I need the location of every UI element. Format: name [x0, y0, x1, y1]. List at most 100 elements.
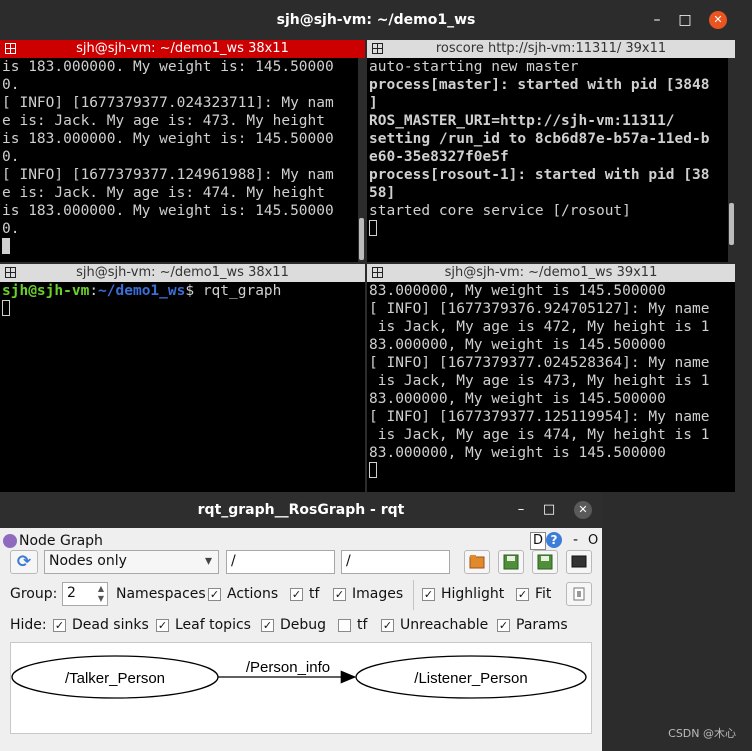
terminal-pane-top-right[interactable]: roscore http://sjh-vm:11311/ 39x11 auto-… [367, 40, 735, 262]
fit-view-icon [573, 587, 585, 601]
group-spinbox[interactable]: 2 ▲ ▼ [62, 582, 108, 606]
highlight-checkbox[interactable]: ✓ Highlight [422, 586, 504, 602]
output-line: is 183.000000. My weight is: 145.50000 [2, 59, 334, 75]
save-svg-button[interactable] [532, 550, 558, 574]
rqt-titlebar[interactable]: rqt_graph__RosGraph - rqt – □ ✕ [0, 492, 602, 528]
save-icon [503, 554, 519, 570]
terminal-cursor [2, 238, 10, 254]
checkbox-box: ✓ [422, 587, 435, 601]
output-line: 0. [2, 221, 20, 237]
save-image-button[interactable] [566, 550, 592, 574]
rqt-maximize-button[interactable]: □ [540, 501, 558, 519]
rqt-minimize-button[interactable]: – [512, 501, 530, 519]
pane-header: sjh@sjh-vm: ~/demo1_ws 38x11 [0, 264, 365, 282]
output-line: [ INFO] [1677379377.125119954]: My name [369, 409, 710, 425]
pane-title: sjh@sjh-vm: ~/demo1_ws 38x11 [76, 41, 289, 56]
checkbox-box: ✓ [156, 618, 169, 632]
save-icon [537, 554, 553, 570]
topic-filter-input[interactable]: / [341, 550, 450, 574]
output-line: auto-starting new master [369, 59, 579, 75]
pane-title: sjh@sjh-vm: ~/demo1_ws 38x11 [76, 265, 289, 280]
refresh-icon[interactable]: ⟳ [10, 550, 38, 574]
output-line: process[rosout-1]: started with pid [38 [369, 167, 710, 183]
checkbox-label: Images [352, 586, 404, 602]
leaf-topics-checkbox[interactable]: ✓ Leaf topics [156, 617, 251, 633]
checkbox-box: ✓ [208, 587, 221, 601]
checkbox-box: ✓ [261, 618, 274, 632]
checkbox-box: ✓ [497, 618, 510, 632]
terminal-pane-bottom-left[interactable]: sjh@sjh-vm: ~/demo1_ws 38x11 sjh@sjh-vm:… [0, 264, 365, 492]
checkbox-label: tf [357, 617, 368, 633]
load-dot-button[interactable] [464, 550, 490, 574]
output-line: is 183.000000. My weight is: 145.50000 [2, 203, 334, 219]
group-label: Group: [10, 586, 58, 602]
dead-sinks-checkbox[interactable]: ✓ Dead sinks [53, 617, 149, 633]
scrollbar-thumb[interactable] [729, 203, 734, 245]
output-line: started core service [/rosout] [369, 203, 631, 219]
node-label: /Talker_Person [65, 670, 165, 687]
scrollbar[interactable] [358, 58, 365, 262]
rqt-window: rqt_graph__RosGraph - rqt – □ ✕ Node Gra… [0, 492, 602, 751]
output-line: 83.000000, My weight is 145.500000 [369, 283, 666, 299]
images-checkbox[interactable]: ✓ Images [333, 586, 403, 602]
plugin-minimize-button[interactable]: - [573, 532, 578, 548]
pane-title: sjh@sjh-vm: ~/demo1_ws 39x11 [444, 265, 658, 280]
pane-header: sjh@sjh-vm: ~/demo1_ws 39x11 [367, 264, 735, 282]
plugin-close-button[interactable]: O [588, 533, 598, 548]
save-dot-button[interactable] [498, 550, 524, 574]
rqt-content: Node Graph D ? - O ⟳ Nodes only ▾ / / Gr… [0, 528, 602, 751]
terminal-titlebar[interactable]: sjh@sjh-vm: ~/demo1_ws – □ ✕ [0, 0, 752, 40]
fit-view-button[interactable] [566, 582, 592, 606]
output-line: setting /run_id to 8cb6d87e-b57a-11ed-b [369, 131, 710, 147]
checkbox-label: Unreachable [400, 617, 489, 633]
graph-canvas[interactable]: /Talker_Person /Person_info /Listener_Pe… [10, 642, 592, 734]
checkbox-box: ✓ [381, 618, 394, 632]
hide-tf-checkbox[interactable]: tf [338, 617, 367, 633]
debug-checkbox[interactable]: ✓ Debug [261, 617, 326, 633]
output-line: e60-35e8327f0e5f [369, 149, 509, 165]
plugin-d-button[interactable]: D [530, 532, 546, 550]
node-label: /Listener_Person [414, 670, 527, 687]
terminal-cursor [2, 300, 10, 316]
terminal-window-title: sjh@sjh-vm: ~/demo1_ws [276, 12, 476, 28]
rqt-close-button[interactable]: ✕ [574, 501, 592, 519]
output-line: [ INFO] [1677379376.924705127]: My name [369, 301, 710, 317]
output-line: 0. [2, 77, 20, 93]
terminal-cursor [369, 220, 377, 236]
graph-mode-select[interactable]: Nodes only ▾ [44, 550, 219, 574]
spin-arrows-icon[interactable]: ▲ ▼ [98, 584, 104, 604]
params-checkbox[interactable]: ✓ Params [497, 617, 568, 633]
maximize-button[interactable]: □ [676, 11, 694, 29]
watermark: CSDN @木心 [668, 727, 736, 740]
actions-checkbox[interactable]: ✓ Actions [208, 586, 278, 602]
checkbox-box: ✓ [290, 587, 303, 601]
terminal-pane-bottom-right[interactable]: sjh@sjh-vm: ~/demo1_ws 39x11 83.000000, … [367, 264, 735, 492]
terminal-output: is 183.000000. My weight is: 145.50000 0.… [0, 58, 365, 262]
fit-checkbox[interactable]: ✓ Fit [516, 586, 551, 602]
minimize-button[interactable]: – [648, 11, 666, 29]
folder-icon [469, 555, 485, 569]
output-line: process[master]: started with pid [3848 [369, 77, 710, 93]
scrollbar-thumb[interactable] [359, 218, 364, 260]
checkbox-label: Actions [227, 586, 279, 602]
pane-header: roscore http://sjh-vm:11311/ 39x11 [367, 40, 735, 58]
help-icon[interactable]: ? [546, 532, 562, 548]
unreachable-checkbox[interactable]: ✓ Unreachable [381, 617, 488, 633]
checkbox-label: tf [309, 586, 320, 602]
graph-mode-value: Nodes only [49, 553, 127, 569]
command-text: rqt_graph [202, 283, 282, 299]
node-filter-input[interactable]: / [226, 550, 335, 574]
output-line: ] [369, 95, 378, 111]
terminal-pane-top-left[interactable]: sjh@sjh-vm: ~/demo1_ws 38x11 is 183.0000… [0, 40, 365, 262]
output-line: [ INFO] [1677379377.124961988]: My nam [2, 167, 334, 183]
checkbox-label: Dead sinks [72, 617, 149, 633]
scrollbar[interactable] [728, 58, 735, 262]
checkbox-label: Leaf topics [175, 617, 251, 633]
tf-checkbox[interactable]: ✓ tf [290, 586, 319, 602]
namespaces-label: Namespaces [116, 586, 206, 602]
ros-graph-svg: /Talker_Person /Person_info /Listener_Pe… [11, 655, 587, 699]
checkbox-label: Debug [280, 617, 327, 633]
terminal-cursor [369, 462, 377, 478]
output-line: is Jack, My age is 472, My height is 1 [369, 319, 710, 335]
close-button[interactable]: ✕ [709, 11, 727, 29]
